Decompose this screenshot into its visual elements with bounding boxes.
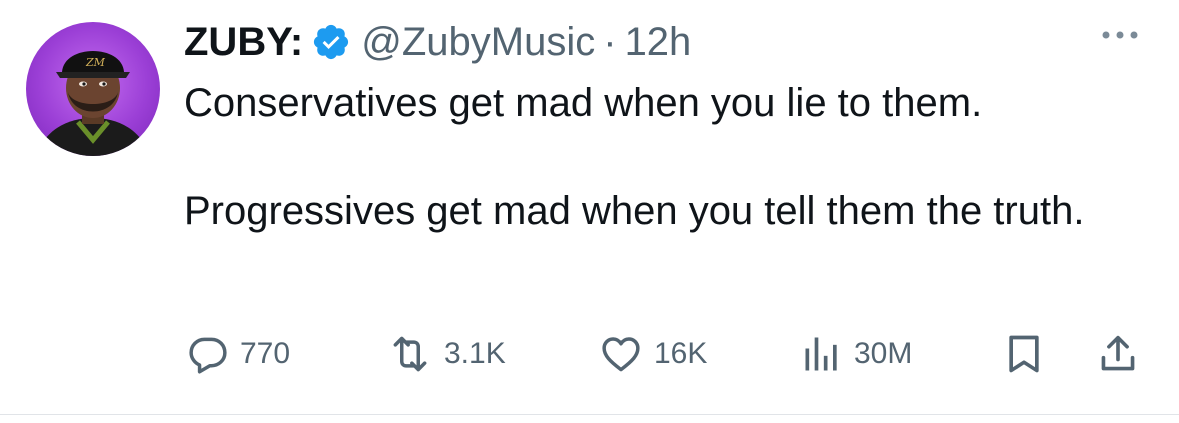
share-icon <box>1098 332 1138 376</box>
reply-count: 770 <box>240 337 291 370</box>
bookmark-button[interactable] <box>1004 330 1044 378</box>
avatar[interactable]: ZM <box>26 22 160 156</box>
svg-text:ZM: ZM <box>85 56 106 69</box>
divider <box>0 414 1179 415</box>
bookmark-icon <box>1004 332 1044 376</box>
verified-badge-icon <box>311 22 351 62</box>
tweet[interactable]: ZM ZUBY: @ZubyMusic · 12h Conservatives … <box>0 0 1179 415</box>
avatar-image: ZM <box>36 51 150 156</box>
timestamp[interactable]: 12h <box>625 20 692 65</box>
retweet-count: 3.1K <box>444 337 506 370</box>
reply-icon <box>186 332 230 376</box>
tweet-actions: 770 3.1K 16K 30M <box>186 330 1146 378</box>
author-handle[interactable]: @ZubyMusic <box>361 20 595 65</box>
like-count: 16K <box>654 337 708 370</box>
views-icon <box>800 332 844 376</box>
like-button[interactable]: 16K <box>598 330 707 378</box>
views-button[interactable]: 30M <box>800 330 912 378</box>
author-name[interactable]: ZUBY: <box>184 20 303 65</box>
more-options-icon[interactable] <box>1097 20 1143 50</box>
retweet-icon <box>386 332 434 376</box>
retweet-button[interactable]: 3.1K <box>386 330 506 378</box>
reply-button[interactable]: 770 <box>186 330 290 378</box>
share-button[interactable] <box>1098 330 1138 378</box>
separator-dot: · <box>603 19 617 64</box>
heart-icon <box>598 332 644 376</box>
views-count: 30M <box>854 337 913 370</box>
tweet-header: ZUBY: @ZubyMusic · 12h <box>184 12 691 72</box>
tweet-text: Conservatives get mad when you lie to th… <box>184 81 1085 233</box>
